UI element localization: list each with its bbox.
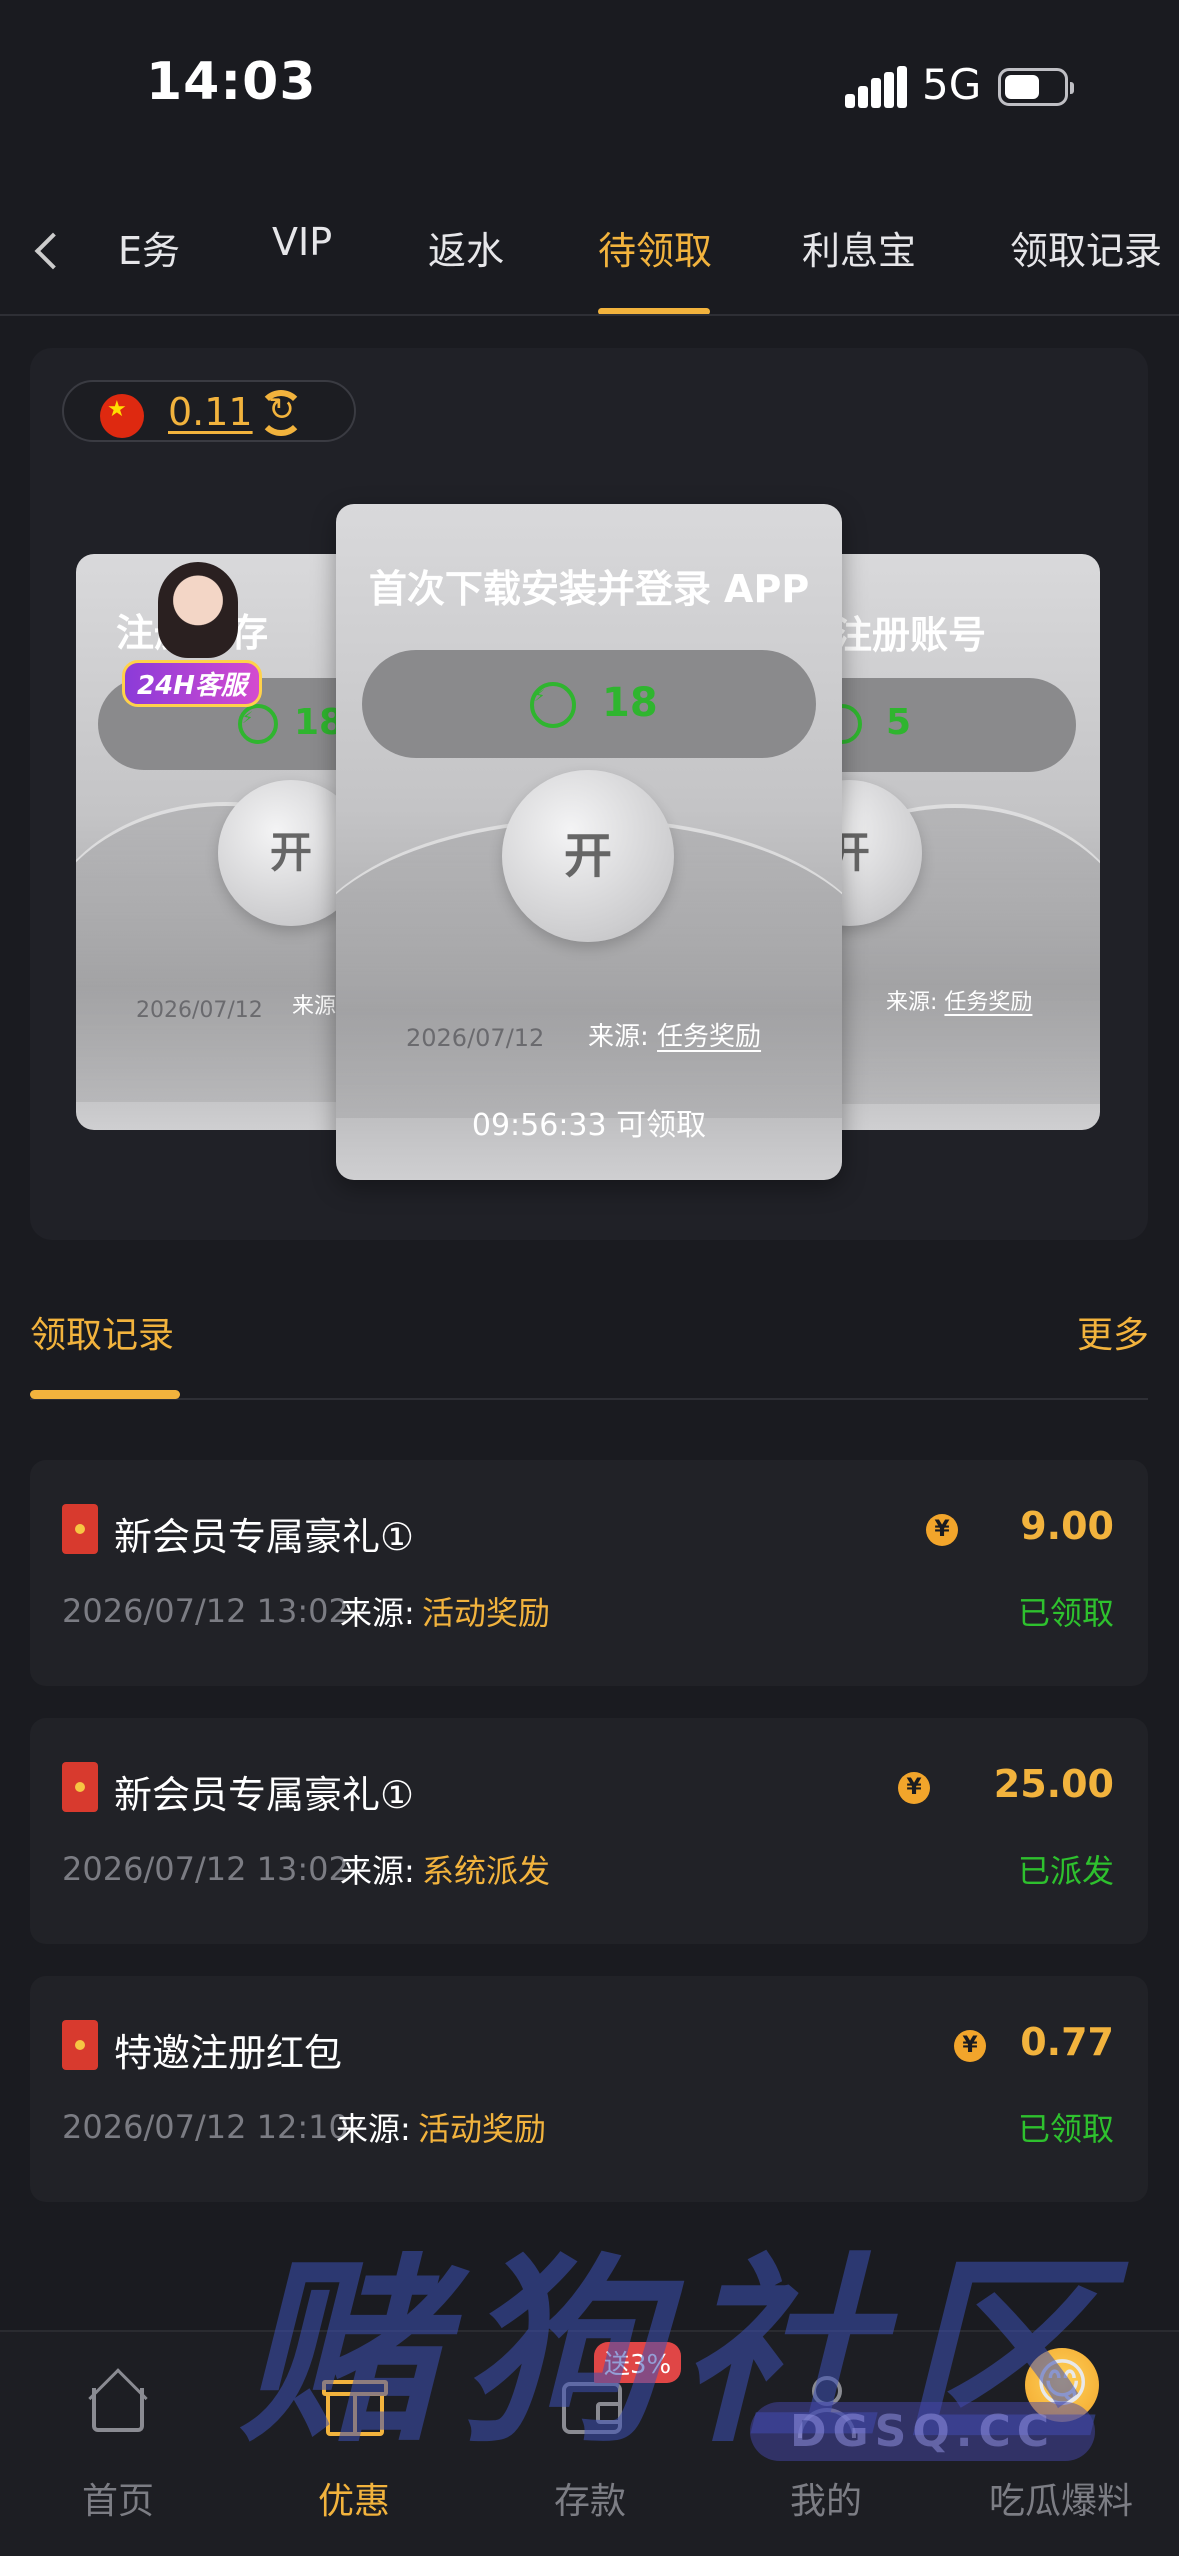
card-title: 注册账号: [834, 613, 987, 657]
record-date: 2026/07/12 13:02: [62, 1592, 349, 1630]
record-amount: 25.00: [993, 1762, 1114, 1806]
records-title: 领取记录: [30, 1315, 175, 1356]
nav-label: 吃瓜爆料: [988, 2481, 1133, 2522]
amount-pill: 5: [810, 678, 1076, 772]
person-icon: [790, 2368, 862, 2440]
record-name: 特邀注册红包: [114, 2031, 343, 2075]
tab-bar: E务 VIP 返水 待领取 利息宝 领取记录: [0, 190, 1179, 316]
records-more-link[interactable]: 更多: [1077, 1306, 1149, 1358]
record-status: 已领取: [1017, 1594, 1114, 1632]
nav-label: 存款: [553, 2481, 626, 2522]
card-date: 2026/07/12: [136, 998, 263, 1023]
status-bar: 14:03 5G: [0, 0, 1179, 170]
nav-profile[interactable]: 我的: [708, 2332, 944, 2556]
nav-label: 首页: [81, 2481, 154, 2522]
active-tab-indicator: [598, 308, 710, 314]
nav-home[interactable]: 首页: [0, 2332, 236, 2556]
nav-label: 优惠: [317, 2481, 390, 2522]
divider: [30, 1398, 1148, 1400]
record-amount: 9.00: [1020, 1504, 1114, 1548]
avatar: [158, 562, 238, 658]
card-source-label: 来源: [292, 994, 337, 1019]
signal-icon: [845, 66, 907, 108]
reward-card-right[interactable]: 注册账号 5 开 来源: 任务奖励: [810, 554, 1100, 1130]
card-source-label: 来源:: [886, 990, 938, 1015]
record-source-label: 来源:: [340, 1852, 415, 1890]
tab-tasks[interactable]: E务: [118, 220, 180, 275]
card-source-value[interactable]: 任务奖励: [657, 1022, 761, 1052]
deposit-bonus-badge: 送3%: [594, 2342, 682, 2383]
countdown-text: 09:56:33 可领取: [471, 1108, 707, 1143]
record-name: 新会员专属豪礼①: [114, 1773, 415, 1817]
tab-vip[interactable]: VIP: [272, 220, 332, 264]
card-amount: 5: [886, 702, 912, 743]
card-source-label: 来源:: [588, 1022, 649, 1052]
tab-pending[interactable]: 待领取: [598, 220, 712, 275]
record-status: 已派发: [1017, 1852, 1114, 1890]
bottom-nav: 首页 优惠 存款 我的 吃瓜爆料: [0, 2330, 1179, 2556]
record-item[interactable]: 新会员专属豪礼① ¥ 25.00 2026/07/12 13:02 来源: 系统…: [30, 1718, 1148, 1944]
refresh-icon[interactable]: [258, 390, 304, 436]
reward-card-center[interactable]: 首次下载安装并登录 APP 18 开 2026/07/12 来源: 任务奖励 0…: [336, 504, 842, 1180]
record-date: 2026/07/12 13:02: [62, 1850, 349, 1888]
amount-pill: 18: [362, 650, 816, 758]
china-flag-icon: [100, 394, 144, 438]
record-date: 2026/07/12 12:10: [62, 2108, 349, 2146]
tab-rebate[interactable]: 返水: [428, 220, 504, 275]
melon-emoji-icon: [1025, 2348, 1099, 2422]
status-time: 14:03: [146, 52, 317, 112]
red-envelope-icon: [62, 2020, 98, 2070]
tab-claim-history[interactable]: 领取记录: [1010, 220, 1162, 275]
customer-service-badge[interactable]: 24H客服: [118, 562, 268, 712]
customer-service-label: 24H客服: [122, 660, 262, 707]
tab-interest[interactable]: 利息宝: [802, 220, 916, 275]
balance-pill: 0.11: [62, 380, 356, 442]
record-item[interactable]: 新会员专属豪礼① ¥ 9.00 2026/07/12 13:02 来源: 活动奖…: [30, 1460, 1148, 1686]
battery-icon: [998, 68, 1074, 106]
yen-icon: ¥: [926, 1514, 958, 1546]
nav-promotions[interactable]: 优惠: [236, 2332, 472, 2556]
card-amount: 18: [602, 680, 658, 726]
record-source-value: 活动奖励: [422, 1594, 551, 1632]
open-button[interactable]: 开: [502, 770, 674, 942]
card-date: 2026/07/12: [406, 1024, 545, 1052]
yen-icon: ¥: [954, 2030, 986, 2062]
gift-icon: [318, 2368, 390, 2440]
card-source: 来源: 任务奖励: [886, 984, 1032, 1016]
record-amount: 0.77: [1020, 2020, 1114, 2064]
record-source-label: 来源:: [340, 1594, 415, 1632]
card-source-value[interactable]: 任务奖励: [944, 990, 1032, 1015]
card-title: 首次下载安装并登录 APP: [368, 567, 810, 611]
nav-label: 我的: [789, 2481, 862, 2522]
record-source-value: 活动奖励: [418, 2110, 547, 2148]
record-status: 已领取: [1017, 2110, 1114, 2148]
record-name: 新会员专属豪礼①: [114, 1515, 415, 1559]
yen-icon: ¥: [898, 1772, 930, 1804]
home-icon: [82, 2368, 154, 2440]
records-title-underline: [30, 1390, 180, 1399]
back-button[interactable]: [24, 226, 74, 276]
bolt-icon: [530, 682, 576, 728]
balance-value[interactable]: 0.11: [168, 390, 253, 434]
network-label: 5G: [922, 60, 982, 109]
nav-gossip[interactable]: 吃瓜爆料: [943, 2332, 1179, 2556]
record-source-value: 系统派发: [422, 1852, 551, 1890]
record-item[interactable]: 特邀注册红包 ¥ 0.77 2026/07/12 12:10 来源: 活动奖励 …: [30, 1976, 1148, 2202]
red-envelope-icon: [62, 1504, 98, 1554]
record-source-label: 来源:: [336, 2110, 411, 2148]
card-source: 来源: 任务奖励: [588, 1016, 761, 1053]
red-envelope-icon: [62, 1762, 98, 1812]
